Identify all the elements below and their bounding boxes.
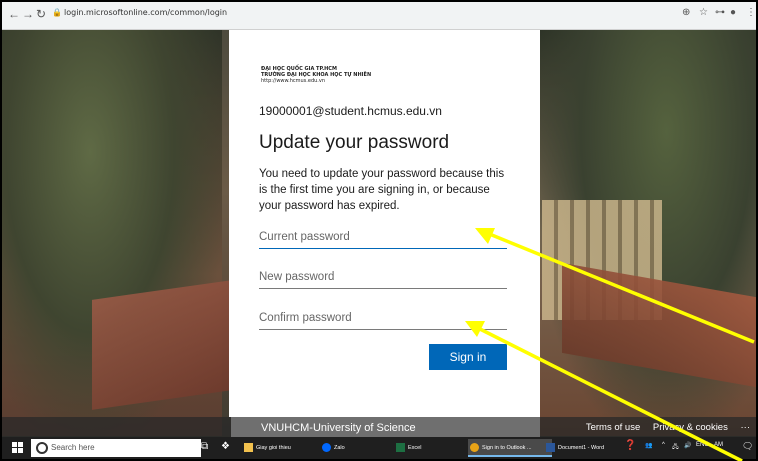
more-options-button[interactable]: ··· <box>741 422 751 433</box>
footer-links: Terms of use Privacy & cookies ··· <box>576 422 750 433</box>
taskbar-search-box[interactable]: Search here <box>31 439 201 457</box>
volume-icon[interactable]: 🔊 <box>684 442 691 449</box>
microphone-icon[interactable]: 🎙 <box>180 441 193 452</box>
folder-icon <box>244 443 253 452</box>
chrome-icon <box>470 443 479 452</box>
help-icon[interactable]: ❓ <box>624 440 636 451</box>
forward-icon[interactable]: → <box>22 7 34 21</box>
confirm-password-input[interactable] <box>259 307 507 330</box>
sign-in-button[interactable]: Sign in <box>429 344 507 370</box>
clock-time[interactable]: AM <box>714 442 723 448</box>
page-footer: VNUHCM-University of Science Terms of us… <box>2 417 756 437</box>
word-icon <box>546 443 555 452</box>
zoom-icon[interactable]: ⊕ <box>682 7 690 18</box>
taskbar-app-excel[interactable]: Excel <box>394 439 468 457</box>
update-password-dialog: ĐẠI HỌC QUỐC GIA TP.HCM TRƯỜNG ĐẠI HỌC K… <box>229 30 540 417</box>
back-icon[interactable]: ← <box>8 7 20 21</box>
taskbar-app-zalo[interactable]: Zalo <box>320 439 384 457</box>
notification-icon[interactable]: 🗨 <box>742 441 753 452</box>
excel-icon <box>396 443 405 452</box>
profile-avatar-icon[interactable]: ● <box>730 7 736 18</box>
address-bar-url[interactable]: login.microsoftonline.com/common/login <box>64 8 227 17</box>
windows-start-icon[interactable] <box>12 442 24 454</box>
account-email: 19000001@student.hcmus.edu.vn <box>259 104 442 118</box>
taskbar-app-chrome[interactable]: Sign in to Outlook ... <box>468 439 552 457</box>
dropbox-icon[interactable]: ❖ <box>221 441 230 452</box>
windows-taskbar: Search here 🎙 ⧉ ❖ Giay gioi thieu Zalo E… <box>2 437 756 459</box>
reload-icon[interactable]: ↻ <box>36 7 46 21</box>
bookmark-star-icon[interactable]: ☆ <box>699 7 708 18</box>
lock-icon[interactable]: 🔒 <box>52 8 62 17</box>
new-password-input[interactable] <box>259 266 507 289</box>
task-view-icon[interactable]: ⧉ <box>201 441 208 452</box>
description-text: You need to update your password because… <box>259 168 505 212</box>
taskbar-app-folder[interactable]: Giay gioi thieu <box>242 439 318 457</box>
screenshot-frame: ← → ↻ 🔒 login.microsoftonline.com/common… <box>0 0 758 461</box>
people-icon[interactable]: 👥 <box>645 442 652 449</box>
browser-toolbar: ← → ↻ 🔒 login.microsoftonline.com/common… <box>2 2 756 30</box>
taskbar-app-word[interactable]: Document1 - Word <box>544 439 628 457</box>
menu-dots-icon[interactable]: ⋮ <box>746 7 756 18</box>
organization-banner: VNUHCM-University of Science <box>231 417 540 437</box>
page-title: Update your password <box>259 132 450 153</box>
privacy-cookies-link[interactable]: Privacy & cookies <box>653 422 728 433</box>
terms-of-use-link[interactable]: Terms of use <box>586 422 640 433</box>
organization-name: VNUHCM-University of Science <box>261 422 416 434</box>
language-indicator[interactable]: ENG <box>696 442 709 448</box>
network-icon[interactable]: 🖧 <box>672 442 679 452</box>
university-logo: ĐẠI HỌC QUỐC GIA TP.HCM TRƯỜNG ĐẠI HỌC K… <box>261 66 372 84</box>
cortana-icon <box>36 442 48 454</box>
key-icon[interactable]: ⊶ <box>715 7 725 18</box>
zalo-icon <box>322 443 331 452</box>
tray-chevron-icon[interactable]: ^ <box>662 442 665 448</box>
current-password-input[interactable] <box>259 226 507 249</box>
